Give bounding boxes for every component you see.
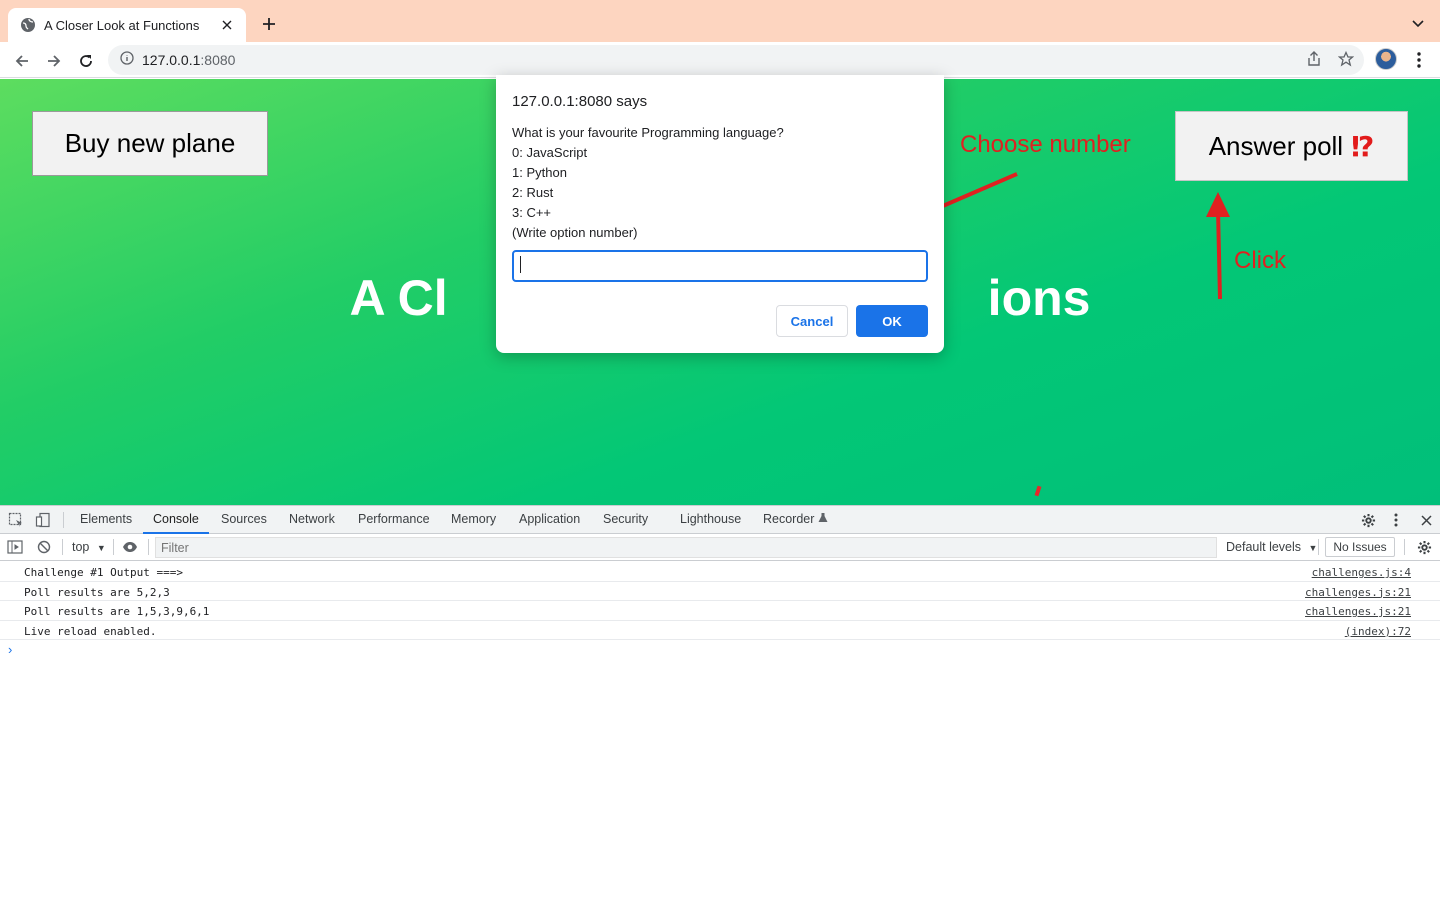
- console-prompt-icon[interactable]: ›: [8, 642, 12, 657]
- dialog-option-1: 1: Python: [512, 165, 567, 180]
- filter-input[interactable]: [155, 537, 1217, 558]
- devtools-panel: Elements Console Sources Network Perform…: [0, 505, 1440, 900]
- chevron-down-icon[interactable]: [1408, 14, 1428, 34]
- divider: [1318, 539, 1319, 555]
- tab-memory[interactable]: Memory: [451, 506, 496, 534]
- divider: [113, 539, 114, 555]
- tab-application[interactable]: Application: [519, 506, 580, 534]
- url-host: 127.0.0.1: [142, 52, 201, 68]
- divider: [148, 539, 149, 555]
- log-message: Poll results are 5,2,3: [24, 585, 170, 599]
- list-item: Poll results are 5,2,3 challenges.js:21: [0, 582, 1440, 601]
- tab-strip: A Closer Look at Functions: [0, 0, 1440, 42]
- log-message: Live reload enabled.: [24, 624, 157, 638]
- arrow-to-poll-button: [1206, 192, 1230, 300]
- console-toolbar: top ▼ Default levels ▼ No Issues: [0, 534, 1440, 561]
- dialog-option-2: 2: Rust: [512, 185, 554, 200]
- tab-network[interactable]: Network: [289, 506, 335, 534]
- share-icon[interactable]: [1304, 49, 1324, 69]
- forward-arrow-icon[interactable]: [43, 50, 65, 72]
- tab-recorder[interactable]: Recorder: [763, 506, 828, 534]
- globe-icon: [20, 17, 36, 33]
- prompt-input[interactable]: [512, 250, 928, 282]
- tab-recorder-label: Recorder: [763, 512, 815, 526]
- tab-console[interactable]: Console: [143, 506, 209, 534]
- log-levels-label: Default levels: [1226, 540, 1302, 554]
- info-icon[interactable]: [120, 50, 134, 70]
- dialog-option-3: 3: C++: [512, 205, 552, 220]
- log-source-link[interactable]: (index):72: [1345, 625, 1411, 638]
- sidebar-toggle-icon[interactable]: [6, 538, 24, 556]
- settings-gear-icon[interactable]: [1359, 511, 1377, 529]
- eye-icon[interactable]: [121, 538, 139, 556]
- dropdown-arrow-icon: ▼: [96, 543, 106, 553]
- context-label: top: [72, 540, 90, 554]
- log-levels-dropdown[interactable]: Default levels ▼: [1226, 540, 1317, 554]
- devtools-kebab-icon[interactable]: [1387, 511, 1405, 529]
- divider: [62, 539, 63, 555]
- bookmark-star-icon[interactable]: [1336, 49, 1356, 69]
- divider: [63, 512, 64, 528]
- tab-elements[interactable]: Elements: [80, 506, 132, 534]
- close-tab-icon[interactable]: [218, 16, 236, 34]
- dialog-hint: (Write option number): [512, 225, 638, 240]
- tab-performance[interactable]: Performance: [358, 506, 430, 534]
- log-message: Poll results are 1,5,3,9,6,1: [24, 605, 210, 618]
- divider: [1404, 539, 1405, 555]
- cancel-button[interactable]: Cancel: [776, 305, 848, 337]
- url-text: 127.0.0.1:8080: [142, 52, 235, 68]
- dropdown-arrow-icon: ▼: [1308, 543, 1318, 553]
- ok-button[interactable]: OK: [856, 305, 928, 337]
- log-message: Challenge #1 Output ===>: [24, 566, 183, 579]
- list-item: Live reload enabled. (index):72: [0, 621, 1440, 640]
- browser-tab[interactable]: A Closer Look at Functions: [8, 8, 246, 42]
- kebab-menu-icon[interactable]: [1409, 50, 1429, 70]
- new-tab-button[interactable]: [258, 13, 280, 35]
- flask-icon: [818, 512, 828, 526]
- prompt-dialog: 127.0.0.1:8080 says What is your favouri…: [496, 75, 944, 353]
- dialog-option-0: 0: JavaScript: [512, 145, 588, 160]
- tab-lighthouse[interactable]: Lighthouse: [680, 506, 741, 534]
- devtools-tabbar: Elements Console Sources Network Perform…: [0, 506, 1440, 534]
- clear-console-icon[interactable]: [35, 538, 53, 556]
- url-port: :8080: [200, 52, 236, 68]
- back-arrow-icon[interactable]: [11, 50, 33, 72]
- device-toolbar-icon[interactable]: [34, 511, 52, 529]
- profile-avatar[interactable]: [1375, 48, 1397, 70]
- dialog-question: What is your favourite Programming langu…: [512, 125, 784, 140]
- browser-toolbar: 127.0.0.1:8080: [0, 42, 1440, 78]
- dialog-origin: 127.0.0.1:8080 says: [512, 93, 648, 110]
- issues-button[interactable]: No Issues: [1325, 537, 1395, 557]
- tab-title: A Closer Look at Functions: [44, 17, 200, 33]
- list-item: Poll results are 1,5,3,9,6,1 challenges.…: [0, 601, 1440, 621]
- log-source-link[interactable]: challenges.js:21: [1305, 605, 1411, 618]
- text-caret: [520, 256, 521, 273]
- inspect-element-icon[interactable]: [7, 511, 25, 529]
- close-devtools-icon[interactable]: [1417, 511, 1435, 529]
- console-log-list: Challenge #1 Output ===> challenges.js:4…: [0, 562, 1440, 640]
- console-settings-icon[interactable]: [1415, 538, 1433, 556]
- address-bar[interactable]: 127.0.0.1:8080: [108, 45, 1364, 75]
- log-source-link[interactable]: challenges.js:4: [1312, 566, 1411, 579]
- tab-sources[interactable]: Sources: [221, 506, 267, 534]
- list-item: Challenge #1 Output ===> challenges.js:4: [0, 562, 1440, 582]
- log-source-link[interactable]: challenges.js:21: [1305, 586, 1411, 599]
- tab-security[interactable]: Security: [603, 506, 648, 534]
- reload-icon[interactable]: [75, 50, 97, 72]
- context-selector[interactable]: top ▼: [72, 540, 106, 554]
